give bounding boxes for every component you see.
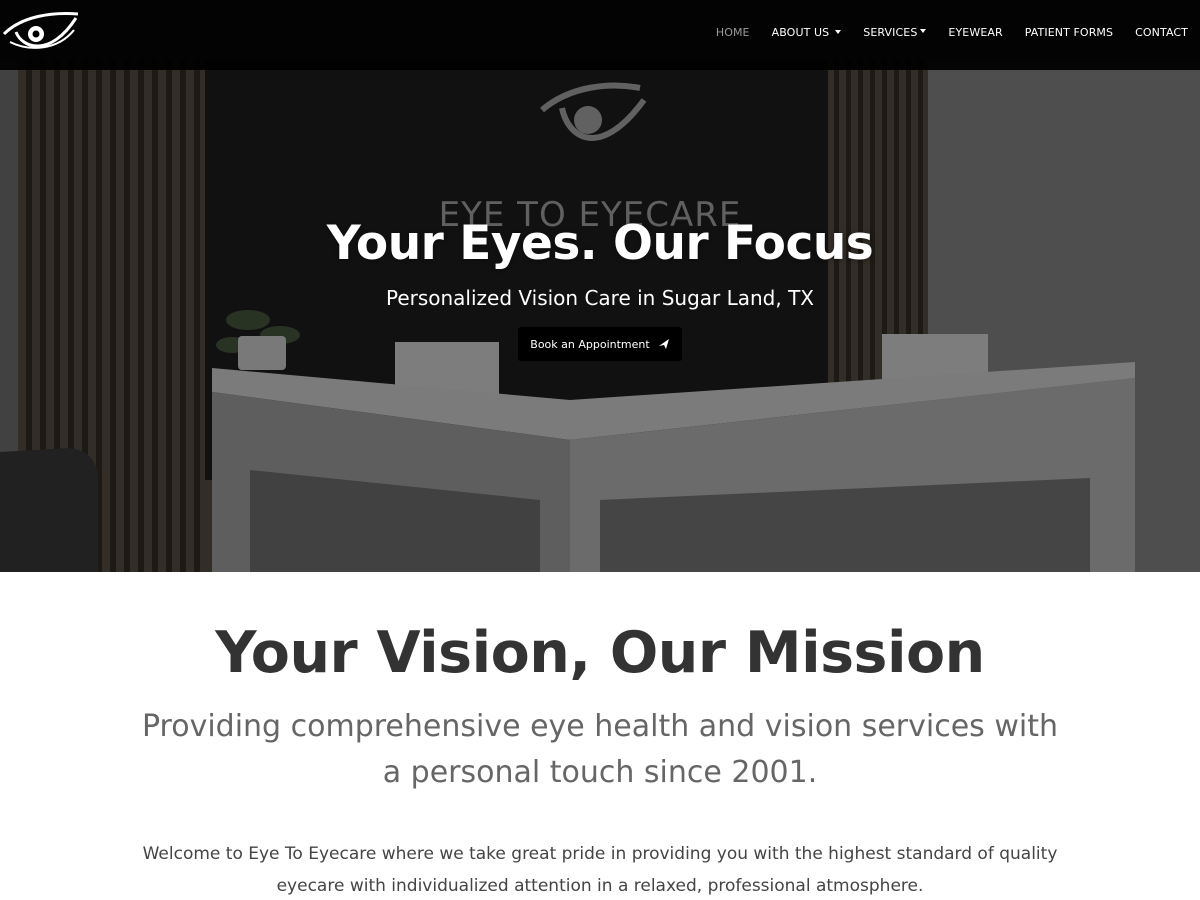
book-appointment-label: Book an Appointment: [530, 337, 650, 351]
hero-subtitle: Personalized Vision Care in Sugar Land, …: [385, 286, 815, 310]
welcome-text: Welcome to Eye To Eyecare where we take …: [142, 844, 1058, 896]
nav-item-label: EYEWEAR: [948, 25, 1003, 39]
nav-item-home[interactable]: HOME: [716, 26, 750, 39]
hero-title: Your Eyes. Our Focus: [326, 216, 874, 271]
nav-item-label: PATIENT FORMS: [1024, 25, 1114, 39]
top-navbar: HOME ABOUT US SERVICES EYEWEAR PATIENT F…: [0, 0, 1200, 70]
nav-item-patient-forms[interactable]: PATIENT FORMS: [1025, 26, 1113, 39]
caret-down-icon: [835, 30, 842, 34]
nav-item-contact[interactable]: CONTACT: [1135, 26, 1188, 39]
hero-section: EYE TO EYECARE Your Eyes. Our Focus Pers…: [0, 0, 1200, 572]
nav-item-services[interactable]: SERVICES: [863, 25, 927, 39]
main-nav: HOME ABOUT US SERVICES EYEWEAR PATIENT F…: [694, 0, 1188, 64]
nav-item-label: ABOUT US: [771, 25, 830, 39]
mission-section: Your Vision, Our Mission Providing compr…: [0, 572, 1200, 900]
mission-title: Your Vision, Our Mission: [215, 620, 985, 686]
nav-item-about-us[interactable]: ABOUT US: [772, 26, 842, 39]
hero-content: Your Eyes. Our Focus Personalized Vision…: [0, 212, 1200, 361]
nav-item-label: CONTACT: [1135, 25, 1188, 39]
mission-subtitle: Providing comprehensive eye health and v…: [141, 709, 1058, 790]
book-appointment-button[interactable]: Book an Appointment: [518, 327, 682, 361]
nav-item-label: HOME: [715, 25, 750, 39]
eye-logo-icon[interactable]: [2, 8, 80, 58]
send-arrow-icon: [658, 339, 669, 349]
nav-item-eyewear[interactable]: EYEWEAR: [948, 26, 1002, 39]
nav-item-label: SERVICES: [863, 25, 918, 39]
caret-down-icon: [920, 29, 927, 33]
